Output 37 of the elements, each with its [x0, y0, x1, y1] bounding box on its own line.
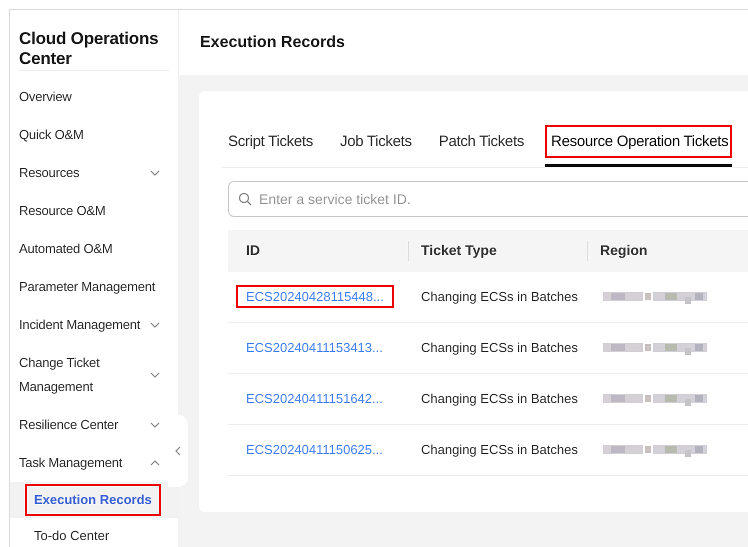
table-cell: Changing ECSs in Batches [421, 442, 578, 457]
column-header: Ticket Type [421, 241, 497, 260]
ticket-id-link[interactable]: ECS20240428115448... [236, 285, 394, 308]
chevron-up-icon [150, 460, 160, 466]
sidebar-item[interactable]: Change Ticket Management [10, 344, 168, 406]
sidebar-item[interactable]: Quick O&M [10, 116, 168, 154]
ticket-id-link[interactable]: ECS20240411150625... [236, 438, 393, 461]
table-cell: Changing ECSs in Batches [421, 289, 578, 304]
tab[interactable]: Script Tickets [222, 125, 317, 166]
ticket-id-link[interactable]: ECS20240411153413... [236, 336, 393, 359]
chevron-left-icon [175, 446, 181, 456]
sidebar-item[interactable]: Resource O&M [10, 192, 168, 230]
sidebar-item[interactable]: Incident Management [10, 306, 168, 344]
tab[interactable]: Resource Operation Tickets [545, 125, 732, 166]
sidebar-item[interactable]: Resources [10, 154, 168, 192]
table-cell: Changing ECSs in Batches [421, 340, 578, 355]
sidebar-subitem[interactable]: To-do Center [25, 520, 118, 547]
table-cell: Changing ECSs in Batches [421, 391, 578, 406]
column-header: Region [600, 241, 648, 260]
search-icon [238, 192, 252, 206]
sidebar-item[interactable]: Automated O&M [10, 230, 168, 268]
column-header: ID [246, 241, 260, 260]
chevron-down-icon [150, 170, 160, 176]
search-field[interactable]: Enter a service ticket ID. [228, 180, 748, 216]
sidebar-item[interactable]: Overview [10, 78, 168, 116]
tab[interactable]: Patch Tickets [432, 125, 528, 166]
ticket-id-link[interactable]: ECS20240411151642... [236, 387, 393, 410]
tab[interactable]: Job Tickets [334, 125, 416, 166]
sidebar-item[interactable]: Task Management [10, 444, 168, 482]
sidebar-item[interactable]: Parameter Management [10, 268, 168, 306]
page-title: Execution Records [200, 32, 345, 52]
sidebar-title: Cloud Operations Center [19, 29, 160, 69]
sidebar-item[interactable]: Resilience Center [10, 406, 168, 444]
chevron-down-icon [150, 422, 160, 428]
sidebar-subitem[interactable]: Execution Records [25, 484, 161, 516]
chevron-down-icon [150, 322, 160, 328]
chevron-down-icon [150, 372, 160, 378]
